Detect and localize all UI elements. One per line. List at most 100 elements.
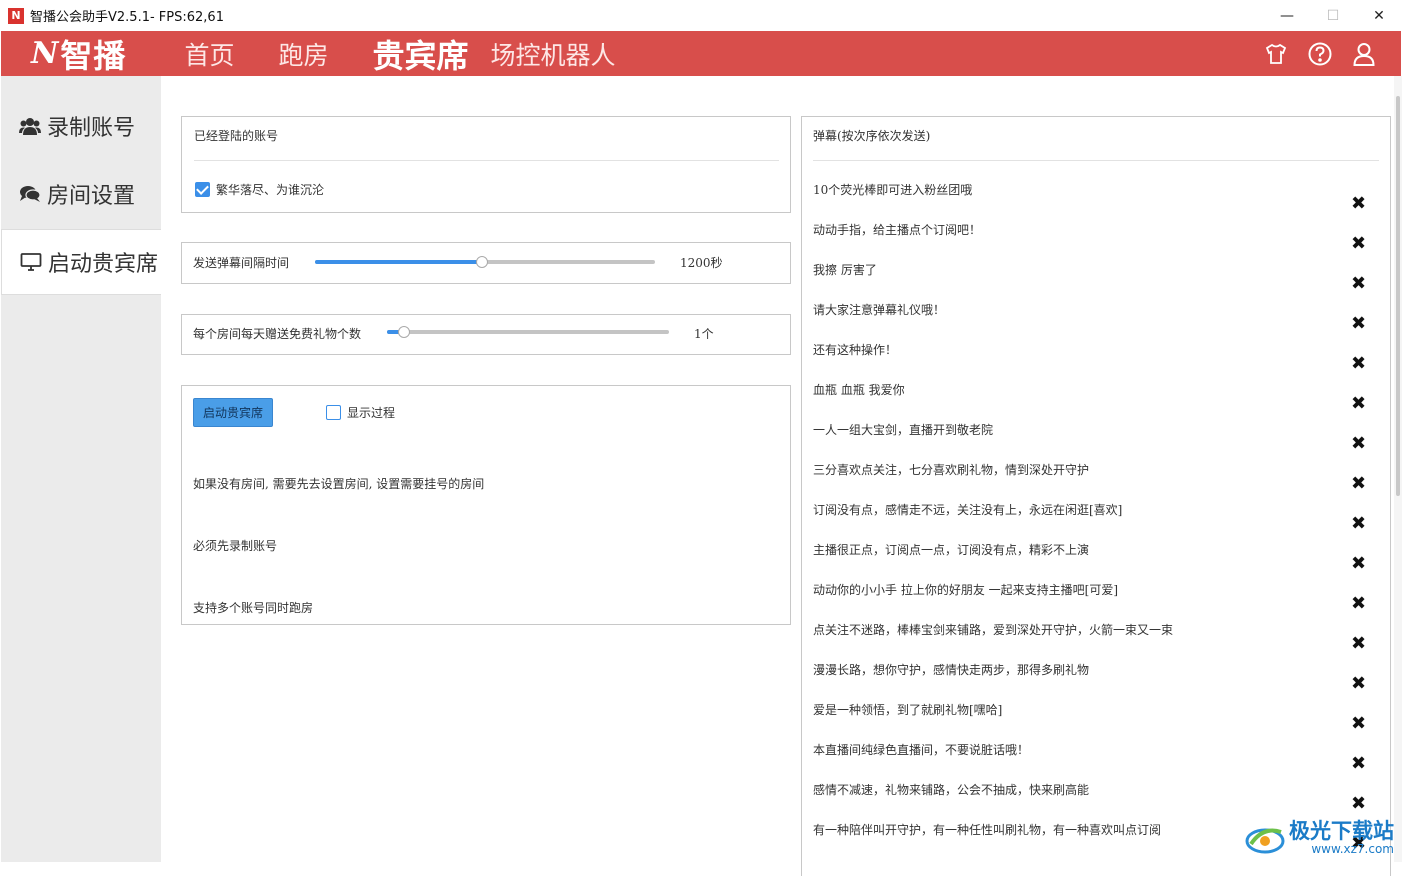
delete-icon[interactable]: ✖ — [1351, 395, 1366, 413]
interval-panel: 发送弹幕间隔时间 1200秒 — [181, 242, 791, 284]
watermark-title: 极光下载站 — [1289, 821, 1394, 842]
maximize-button[interactable]: ☐ — [1310, 0, 1356, 31]
shirt-icon[interactable] — [1261, 39, 1291, 69]
danmu-text: 动动手指，给主播点个订阅吧！ — [813, 221, 981, 238]
app-icon: N — [8, 8, 24, 24]
danmu-text: 动动你的小小手 拉上你的好朋友 一起来支持主播吧[可爱] — [813, 581, 1118, 598]
danmu-item: 爱是一种领悟，到了就刷礼物[嘿哈] ✖ — [813, 697, 1373, 737]
delete-icon[interactable]: ✖ — [1351, 675, 1366, 693]
minimize-button[interactable]: — — [1264, 0, 1310, 31]
nav-item-3[interactable]: 场控机器人 — [490, 36, 615, 72]
watermark-url: www.xz7.com — [1289, 842, 1394, 856]
account-checkbox[interactable] — [195, 182, 210, 197]
accounts-panel: 已经登陆的账号 繁华落尽、为谁沉沦 — [181, 116, 791, 213]
danmu-item: 还有这种操作！ ✖ — [813, 337, 1373, 377]
danmu-divider — [813, 160, 1379, 161]
sidebar-item-label: 录制账号 — [47, 110, 135, 142]
show-process-toggle[interactable]: 显示过程 — [326, 404, 395, 421]
delete-icon[interactable]: ✖ — [1351, 755, 1366, 773]
danmu-text: 订阅没有点，感情走不远，关注没有上，永远在闲逛[喜欢] — [813, 501, 1122, 518]
danmu-list: 10个荧光棒即可进入粉丝团哦✖动动手指，给主播点个订阅吧！✖我擦 厉害了✖请大家… — [813, 177, 1373, 857]
users-icon — [19, 116, 47, 136]
sidebar-item-0[interactable]: 录制账号 — [1, 93, 161, 159]
danmu-text: 漫漫长路，想你守护，感情快走两步，那得多刷礼物 — [813, 661, 1089, 678]
note-text: 如果没有房间, 需要先去设置房间, 设置需要挂号的房间 — [193, 475, 484, 492]
delete-icon[interactable]: ✖ — [1351, 515, 1366, 533]
user-icon[interactable] — [1349, 39, 1379, 69]
danmu-text: 有一种陪伴叫开守护，有一种任性叫刷礼物，有一种喜欢叫点订阅 — [813, 821, 1161, 838]
danmu-text: 一人一组大宝剑，直播开到敬老院 — [813, 421, 993, 438]
danmu-item: 一人一组大宝剑，直播开到敬老院 ✖ — [813, 417, 1373, 457]
danmu-item: 我擦 厉害了 ✖ — [813, 257, 1373, 297]
danmu-item: 点关注不迷路，棒棒宝剑来铺路，爱到深处开守护，火箭一束又一束✖ — [813, 617, 1373, 657]
delete-icon[interactable]: ✖ — [1351, 795, 1366, 813]
close-button[interactable]: ✕ — [1356, 0, 1402, 31]
sidebar-item-1[interactable]: 房间设置 — [1, 161, 161, 227]
window-titlebar: N 智播公会助手V2.5.1- FPS:62,61 — ☐ ✕ — [0, 0, 1402, 31]
show-process-label: 显示过程 — [347, 404, 395, 421]
watermark: 极光下载站 www.xz7.com — [1243, 821, 1394, 856]
danmu-text: 三分喜欢点关注，七分喜欢刷礼物，情到深处开守护 — [813, 461, 1089, 478]
gifts-value: 1个 — [694, 325, 714, 342]
nav-item-1[interactable]: 跑房 — [278, 36, 328, 72]
delete-icon[interactable]: ✖ — [1351, 635, 1366, 653]
monitor-icon — [20, 252, 48, 272]
delete-icon[interactable]: ✖ — [1351, 195, 1366, 213]
logo: N 智播 — [31, 31, 126, 77]
danmu-item: 10个荧光棒即可进入粉丝团哦 ✖ — [813, 177, 1373, 217]
danmu-text: 10个荧光棒即可进入粉丝团哦 — [813, 181, 972, 198]
gifts-slider-thumb[interactable] — [398, 326, 410, 338]
interval-value: 1200秒 — [680, 254, 723, 271]
scrollbar[interactable] — [1394, 76, 1402, 862]
danmu-item: 动动手指，给主播点个订阅吧！ ✖ — [813, 217, 1373, 257]
danmu-text: 爱是一种领悟，到了就刷礼物[嘿哈] — [813, 701, 1002, 718]
gifts-slider[interactable] — [387, 330, 669, 334]
delete-icon[interactable]: ✖ — [1351, 475, 1366, 493]
interval-slider-thumb[interactable] — [476, 256, 488, 268]
danmu-panel: 弹幕(按次序依次发送) 10个荧光棒即可进入粉丝团哦✖动动手指，给主播点个订阅吧… — [801, 116, 1391, 876]
scrollbar-thumb[interactable] — [1396, 96, 1400, 496]
logo-mark: N — [31, 36, 58, 71]
note-text: 必须先录制账号 — [193, 537, 277, 554]
sidebar-item-2[interactable]: 启动贵宾席 — [1, 229, 161, 295]
danmu-item: 感情不减速，礼物来铺路，公会不抽成，快来刷高能✖ — [813, 777, 1373, 817]
accounts-title: 已经登陆的账号 — [194, 127, 278, 144]
logo-text: 智播 — [60, 31, 126, 77]
watermark-logo-icon — [1243, 822, 1287, 856]
start-vip-button[interactable]: 启动贵宾席 — [193, 398, 273, 427]
delete-icon[interactable]: ✖ — [1351, 275, 1366, 293]
show-process-checkbox[interactable] — [326, 405, 341, 420]
delete-icon[interactable]: ✖ — [1351, 355, 1366, 373]
danmu-item: 漫漫长路，想你守护，感情快走两步，那得多刷礼物 ✖ — [813, 657, 1373, 697]
delete-icon[interactable]: ✖ — [1351, 315, 1366, 333]
note-text: 支持多个账号同时跑房 — [193, 599, 313, 616]
danmu-item: 请大家注意弹幕礼仪哦！ ✖ — [813, 297, 1373, 337]
accounts-divider — [194, 160, 779, 161]
chat-icon — [19, 184, 47, 204]
danmu-text: 请大家注意弹幕礼仪哦！ — [813, 301, 945, 318]
danmu-text: 我擦 厉害了 — [813, 261, 877, 278]
danmu-item: 本直播间纯绿色直播间，不要说脏话哦！ ✖ — [813, 737, 1373, 777]
delete-icon[interactable]: ✖ — [1351, 555, 1366, 573]
sidebar: 录制账号房间设置启动贵宾席 — [1, 76, 161, 862]
danmu-text: 血瓶 血瓶 我爱你 — [813, 381, 905, 398]
interval-slider[interactable] — [315, 260, 655, 264]
danmu-item: 订阅没有点，感情走不远，关注没有上，永远在闲逛[喜欢] ✖ — [813, 497, 1373, 537]
sidebar-item-label: 启动贵宾席 — [48, 246, 158, 278]
delete-icon[interactable]: ✖ — [1351, 435, 1366, 453]
danmu-text: 本直播间纯绿色直播间，不要说脏话哦！ — [813, 741, 1029, 758]
danmu-title: 弹幕(按次序依次发送) — [813, 127, 930, 144]
danmu-text: 还有这种操作！ — [813, 341, 897, 358]
help-icon[interactable] — [1305, 39, 1335, 69]
delete-icon[interactable]: ✖ — [1351, 715, 1366, 733]
gifts-panel: 每个房间每天赠送免费礼物个数 1个 — [181, 314, 791, 355]
nav-item-2[interactable]: 贵宾席 — [372, 31, 468, 77]
sidebar-item-label: 房间设置 — [47, 178, 135, 210]
account-item[interactable]: 繁华落尽、为谁沉沦 — [195, 181, 324, 198]
delete-icon[interactable]: ✖ — [1351, 595, 1366, 613]
start-panel: 启动贵宾席 显示过程 如果没有房间, 需要先去设置房间, 设置需要挂号的房间 必… — [181, 385, 791, 625]
nav-item-0[interactable]: 首页 — [184, 36, 234, 72]
delete-icon[interactable]: ✖ — [1351, 235, 1366, 253]
danmu-item: 动动你的小小手 拉上你的好朋友 一起来支持主播吧[可爱] ✖ — [813, 577, 1373, 617]
danmu-text: 主播很正点，订阅点一点，订阅没有点，精彩不上演 — [813, 541, 1089, 558]
